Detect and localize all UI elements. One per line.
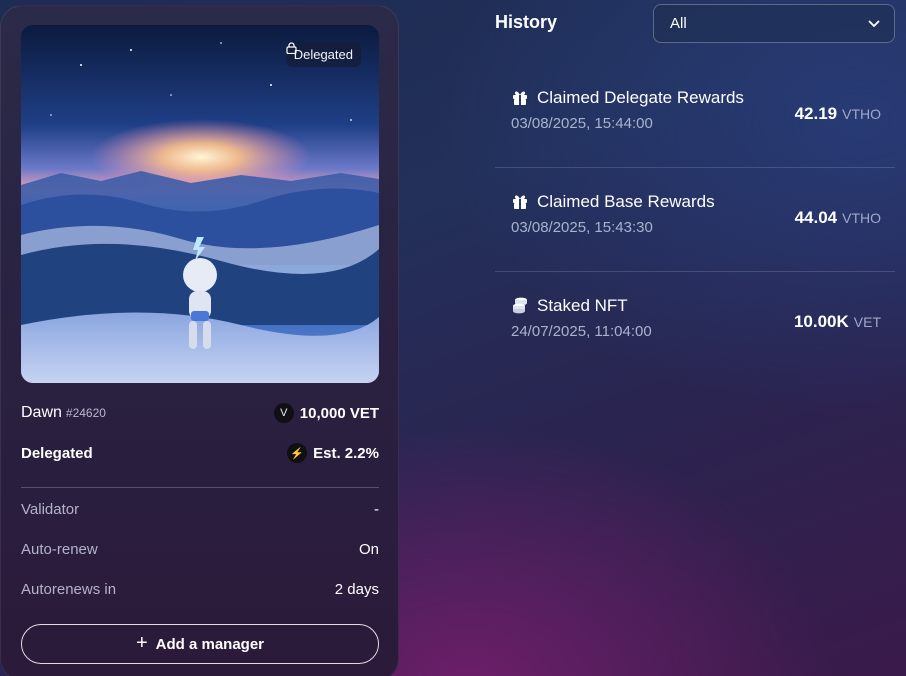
vet-icon: V <box>273 403 294 423</box>
detail-label: Validator <box>21 501 80 518</box>
plus-icon: + <box>135 631 148 654</box>
lock-icon <box>286 42 297 54</box>
detail-label: Auto-renew <box>21 541 98 558</box>
amount-unit: VTHO <box>842 106 881 122</box>
nft-image[interactable]: Delegated <box>21 25 379 383</box>
vtho-icon: ⚡ <box>287 443 308 463</box>
divider <box>21 487 379 488</box>
chevron-down-icon <box>868 20 880 27</box>
nft-name-text: Dawn <box>21 404 62 421</box>
add-manager-button[interactable]: + Add a manager <box>21 624 379 664</box>
detail-row-auto-renew: Auto-renew On <box>21 541 379 558</box>
history-item-amount: 10.00K VET <box>794 312 881 332</box>
history-title: History <box>495 12 558 32</box>
nft-title-row: Dawn #24620 V 10,000 VET <box>21 403 379 423</box>
amount-value: 42.19 <box>794 104 838 123</box>
stake-amount: V 10,000 VET <box>273 403 379 423</box>
amount-unit: VET <box>853 314 881 330</box>
history-item-date: 03/08/2025, 15:44:00 <box>511 115 653 132</box>
history-item-amount: 42.19 VTHO <box>795 104 881 124</box>
coins-stack-icon <box>513 297 527 314</box>
detail-value: - <box>374 501 379 518</box>
detail-value: 2 days <box>334 581 379 598</box>
history-item[interactable]: Staked NFT 24/07/2025, 11:04:00 10.00K V… <box>495 272 895 376</box>
amount-value: 10.00K <box>793 312 849 331</box>
filter-value: All <box>670 15 687 32</box>
history-item[interactable]: Claimed Delegate Rewards 03/08/2025, 15:… <box>495 64 895 168</box>
apy-estimate: ⚡ Est. 2.2% <box>287 443 379 463</box>
detail-label: Autorenews in <box>21 581 117 598</box>
detail-value: On <box>358 541 379 558</box>
status-text: Delegated <box>21 444 93 462</box>
nft-card: Delegated Dawn #24620 V 10,000 VET Delega… <box>0 5 399 676</box>
history-item-title: Claimed Base Rewards <box>537 192 715 211</box>
history-item-title: Staked NFT <box>537 296 628 315</box>
amount-value: 44.04 <box>794 208 838 227</box>
nft-id: #24620 <box>65 406 106 420</box>
landscape-illustration <box>21 42 379 383</box>
estimate-value: Est. 2.2% <box>313 444 379 462</box>
gift-icon <box>513 195 527 209</box>
history-item[interactable]: Claimed Base Rewards 03/08/2025, 15:43:3… <box>495 168 895 272</box>
badge-label: Delegated <box>293 47 353 62</box>
delegated-badge: Delegated <box>285 42 361 67</box>
nft-name: Dawn #24620 <box>21 404 106 422</box>
detail-row-autorenews-in: Autorenews in 2 days <box>21 581 379 598</box>
add-manager-label: Add a manager <box>155 635 265 653</box>
amount-unit: VTHO <box>842 210 881 226</box>
history-item-date: 03/08/2025, 15:43:30 <box>511 219 653 236</box>
history-filter-select[interactable]: All <box>653 4 895 43</box>
history-item-date: 24/07/2025, 11:04:00 <box>511 323 652 340</box>
history-item-amount: 44.04 VTHO <box>795 208 881 228</box>
history-item-title: Claimed Delegate Rewards <box>537 88 744 107</box>
detail-row-validator: Validator - <box>21 501 379 518</box>
stake-value: 10,000 VET <box>299 404 379 422</box>
gift-icon <box>513 91 527 105</box>
nft-status-row: Delegated ⚡ Est. 2.2% <box>21 443 379 463</box>
